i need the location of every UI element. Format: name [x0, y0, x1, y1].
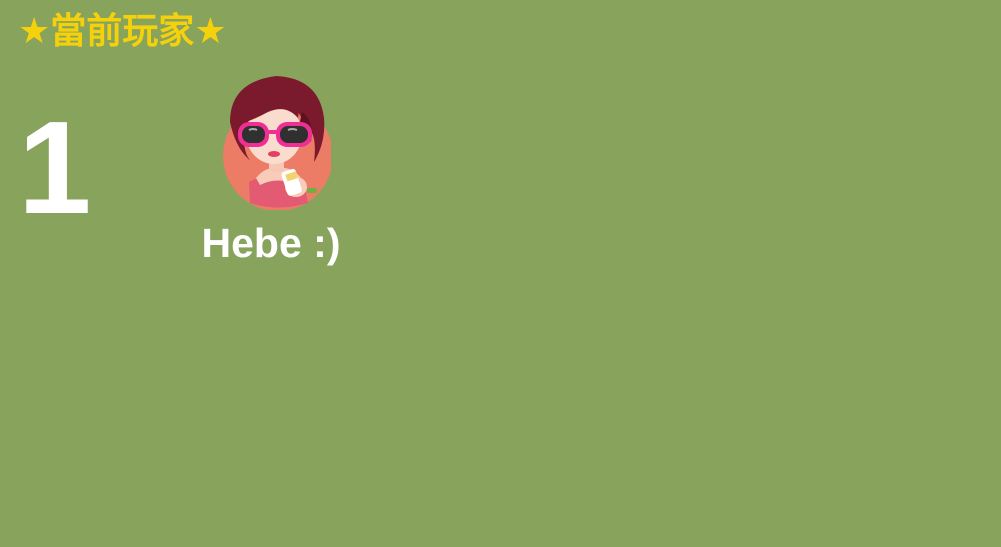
girl-sunglasses-avatar-icon	[223, 76, 333, 211]
player-avatar	[216, 70, 333, 211]
player-name: Hebe :)	[201, 220, 341, 266]
current-player-title: ★當前玩家★	[18, 11, 227, 52]
game-screen: ★當前玩家★ 1 Hebe:)	[0, 0, 1001, 547]
player-number: 1	[18, 94, 92, 241]
player-card: Hebe :)	[196, 70, 346, 280]
